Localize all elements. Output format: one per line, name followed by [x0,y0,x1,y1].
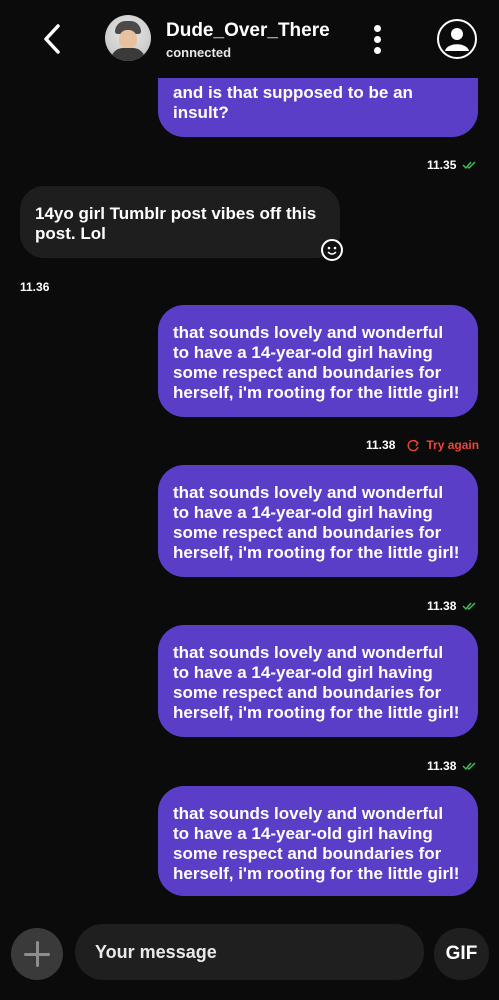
message-text: that sounds lovely and wonderful to have… [173,804,460,883]
message-meta: 11.36 [20,280,49,294]
contact-avatar[interactable] [105,15,151,61]
message-bubble-outgoing[interactable]: that sounds lovely and wonderful to have… [158,625,478,737]
more-options-button[interactable] [366,22,390,56]
try-again-label: Try again [426,438,480,452]
message-text: that sounds lovely and wonderful to have… [173,483,460,562]
message-text: and is that supposed to be an insult? [173,83,413,122]
message-time: 11.38 [366,438,396,452]
message-time: 11.35 [427,158,457,172]
message-time: 11.36 [20,280,50,294]
smiley-icon[interactable] [321,239,343,261]
user-circle-icon [445,28,469,51]
message-text: that sounds lovely and wonderful to have… [173,643,460,722]
message-meta: 11.38 [427,599,477,613]
profile-button[interactable] [437,19,477,59]
chat-header: Dude_Over_There connected [0,0,499,78]
contact-name[interactable]: Dude_Over_There [166,20,330,42]
message-text: 14yo girl Tumblr post vibes off this pos… [35,204,317,243]
add-attachment-button[interactable] [11,928,63,980]
back-button[interactable] [38,22,70,56]
double-check-icon [462,602,476,611]
message-time: 11.38 [427,759,457,773]
message-meta: 11.38 [427,759,477,773]
try-again-button[interactable]: Try again [407,438,479,452]
message-bubble-outgoing[interactable]: that sounds lovely and wonderful to have… [158,786,478,896]
message-time: 11.38 [427,599,457,613]
refresh-icon [407,439,420,451]
message-bubble-outgoing[interactable]: that sounds lovely and wonderful to have… [158,465,478,577]
message-meta: 11.35 [427,158,477,172]
message-input[interactable] [75,924,424,980]
message-text: that sounds lovely and wonderful to have… [173,323,460,402]
double-check-icon [462,161,476,170]
message-bubble-incoming[interactable]: 14yo girl Tumblr post vibes off this pos… [20,186,340,258]
more-vertical-icon [374,25,381,32]
message-bubble-outgoing[interactable]: and is that supposed to be an insult? [158,78,478,137]
chat-screen: Dude_Over_There connected and is that su… [0,0,499,1000]
gif-button[interactable]: GIF [434,928,489,980]
message-bubble-outgoing[interactable]: that sounds lovely and wonderful to have… [158,305,478,417]
chevron-left-icon [44,24,60,54]
connection-status: connected [166,45,232,60]
message-meta: 11.38 Try again [366,438,479,452]
double-check-icon [462,762,476,771]
